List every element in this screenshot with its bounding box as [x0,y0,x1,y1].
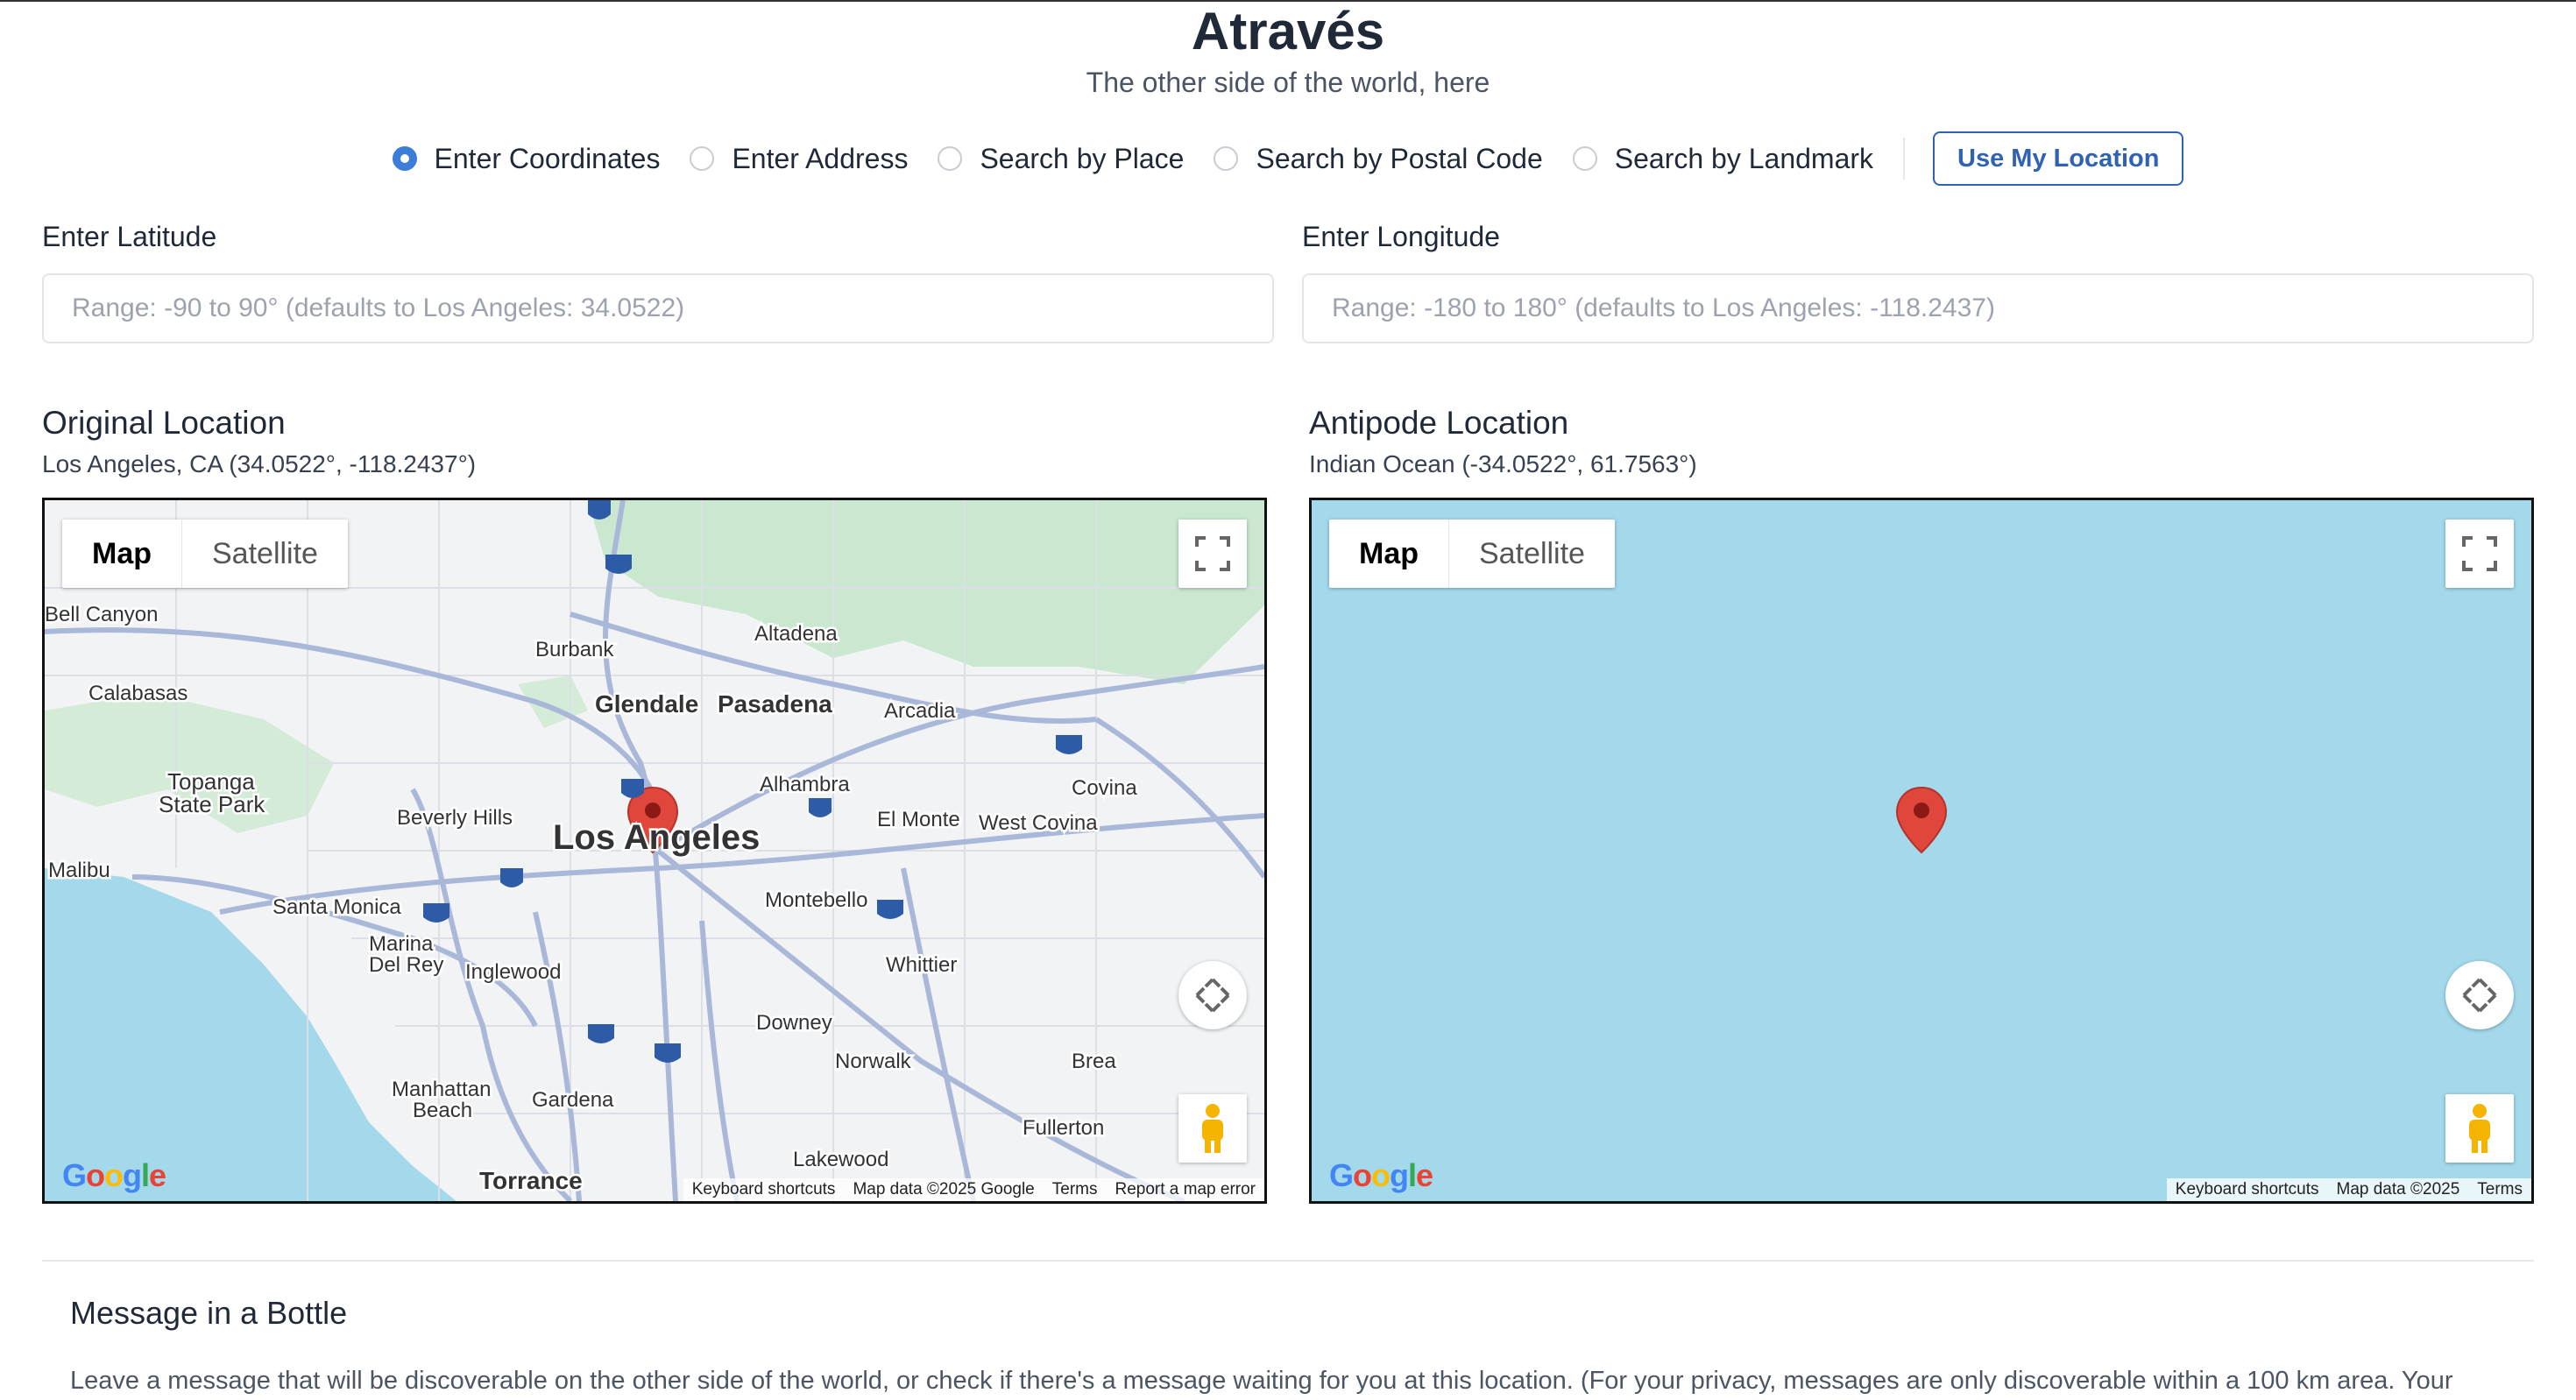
message-in-a-bottle-description: Leave a message that will be discoverabl… [70,1367,2453,1395]
camera-control-button[interactable] [2445,961,2514,1029]
map-label-del-rey: Del Rey [369,953,443,977]
map-label-fullerton: Fullerton [1023,1116,1104,1140]
use-my-location-button[interactable]: Use My Location [1933,131,2184,186]
fullscreen-button[interactable] [1178,520,1247,588]
map-type-satellite-button[interactable]: Satellite [182,520,348,588]
mode-label: Enter Address [732,142,909,174]
map-label-burbank: Burbank [535,638,614,661]
map-label-alhambra: Alhambra [760,773,850,796]
map-label-beach: Beach [413,1099,472,1122]
section-divider [42,1260,2534,1262]
map-label-pasadena: Pasadena [718,690,832,718]
original-location-title: Original Location [42,405,286,441]
street-view-pegman-button[interactable] [2445,1094,2514,1163]
map-label-manhattan: Manhattan [392,1078,491,1101]
map-type-control: Map Satellite [62,520,348,588]
map-label-altadena: Altadena [754,622,838,646]
radio-icon[interactable] [1214,146,1239,171]
map-label-beverly-hills: Beverly Hills [397,806,513,830]
mode-search-by-landmark[interactable]: Search by Landmark [1572,142,1874,175]
latitude-label: Enter Latitude [42,221,217,252]
antipode-map-canvas[interactable] [1312,500,2531,1201]
original-map[interactable]: Los Angeles Glendale Pasadena Burbank Al… [42,498,1267,1204]
latitude-input[interactable] [42,273,1274,343]
antipode-location-marker [1895,786,1948,854]
camera-control-button[interactable] [1178,961,1247,1029]
map-label-norwalk: Norwalk [835,1050,912,1073]
mode-search-by-place[interactable]: Search by Place [938,143,1184,175]
map-label-inglewood: Inglewood [465,960,561,984]
map-type-satellite-button[interactable]: Satellite [1449,520,1615,588]
map-label-arcadia: Arcadia [884,699,956,723]
mode-label: Search by Postal Code [1256,142,1543,174]
map-label-downey: Downey [756,1011,832,1035]
keyboard-shortcuts-link[interactable]: Keyboard shortcuts [683,1178,845,1201]
antipode-location-subtitle: Indian Ocean (-34.0522°, 61.7563°) [1309,450,1697,477]
google-logo: Google [62,1157,166,1193]
radio-icon[interactable] [938,146,963,171]
map-label-whittier: Whittier [886,953,957,977]
street-view-pegman-button[interactable] [1178,1094,1247,1163]
terms-link[interactable]: Terms [1044,1178,1107,1201]
longitude-label: Enter Longitude [1302,221,1500,252]
google-logo: Google [1329,1157,1433,1193]
original-location-subtitle: Los Angeles, CA (34.0522°, -118.2437°) [42,450,477,477]
map-label-lakewood: Lakewood [793,1148,888,1171]
original-map-canvas[interactable]: Los Angeles Glendale Pasadena Burbank Al… [45,500,1264,1201]
map-attribution: Keyboard shortcuts Map data ©2025 Terms [2166,1178,2531,1201]
page-subtitle: The other side of the world, here [1086,67,1490,98]
map-label-malibu: Malibu [48,859,110,882]
fullscreen-button[interactable] [2445,520,2514,588]
radio-selected-icon[interactable] [392,146,417,171]
map-type-control: Map Satellite [1329,520,1615,588]
map-label-west-covina: West Covina [979,811,1098,835]
map-type-map-button[interactable]: Map [62,520,182,588]
camera-move-icon [1195,978,1230,1013]
map-label-covina: Covina [1072,776,1137,800]
map-data-credit: Map data ©2025 Google [853,1180,1035,1198]
fullscreen-icon [1195,536,1230,571]
map-data-credit: Map data ©2025 [2336,1180,2460,1198]
mode-enter-address[interactable]: Enter Address [690,143,908,175]
mode-search-by-postal-code[interactable]: Search by Postal Code [1214,142,1543,175]
map-label-montebello: Montebello [765,888,867,912]
mode-label: Enter Coordinates [434,142,661,174]
mode-divider [1903,138,1906,180]
map-type-map-button[interactable]: Map [1329,520,1449,588]
map-label-calabasas: Calabasas [88,682,188,705]
map-label-el-monte: El Monte [877,808,960,831]
antipode-location-title: Antipode Location [1309,405,1569,441]
camera-move-icon [2462,978,2497,1013]
radio-icon[interactable] [1572,146,1597,171]
report-map-error-link[interactable]: Report a map error [1106,1178,1264,1201]
mountain-park-area [588,500,1264,684]
map-label-marina: Marina [369,932,434,956]
map-label-state-park: State Park [159,791,265,817]
input-mode-selector: Enter Coordinates Enter Address Search b… [0,131,2576,186]
map-label-los-angeles: Los Angeles [553,818,760,857]
fullscreen-icon [2462,536,2497,571]
pegman-icon [2469,1104,2490,1153]
map-label-bell-canyon: Bell Canyon [45,603,158,626]
mode-enter-coordinates[interactable]: Enter Coordinates [392,142,661,175]
terms-link[interactable]: Terms [2468,1178,2531,1201]
map-label-glendale: Glendale [595,690,698,718]
map-attribution: Keyboard shortcuts Map data ©2025 Google… [683,1178,1264,1201]
map-label-brea: Brea [1072,1050,1116,1073]
message-in-a-bottle-title: Message in a Bottle [70,1295,348,1331]
page-title: Através [1191,2,1385,60]
antipode-map[interactable]: Map Satellite Google Keyboard shortcuts … [1309,498,2534,1204]
map-label-torrance: Torrance [479,1167,583,1194]
mode-label: Search by Landmark [1614,142,1874,174]
map-label-santa-monica: Santa Monica [272,895,401,919]
mode-label: Search by Place [980,142,1185,174]
page-header: Através The other side of the world, her… [0,2,2576,100]
keyboard-shortcuts-link[interactable]: Keyboard shortcuts [2167,1178,2328,1201]
pegman-icon [1202,1104,1223,1153]
radio-icon[interactable] [690,146,715,171]
longitude-input[interactable] [1302,273,2534,343]
map-label-gardena: Gardena [532,1088,614,1112]
